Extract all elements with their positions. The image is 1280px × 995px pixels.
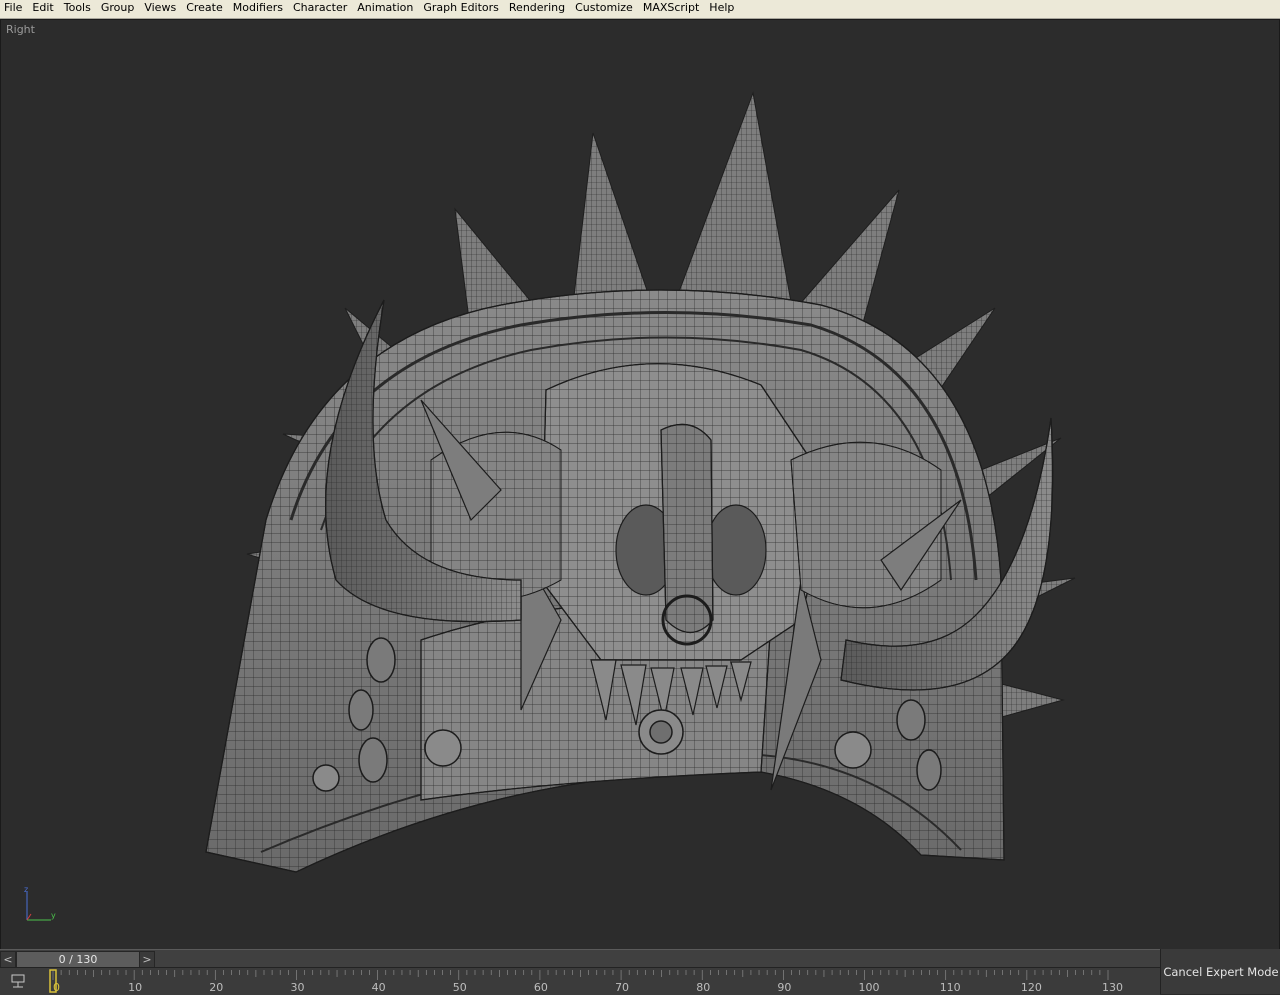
ruler-label: 130 — [1102, 981, 1123, 994]
menu-group[interactable]: Group — [96, 0, 140, 18]
menu-graph-editors[interactable]: Graph Editors — [418, 0, 504, 18]
menu-file[interactable]: File — [0, 0, 27, 18]
menu-animation[interactable]: Animation — [352, 0, 418, 18]
ruler-label: 100 — [859, 981, 880, 994]
ruler-label: 50 — [453, 981, 467, 994]
menu-customize[interactable]: Customize — [570, 0, 638, 18]
ruler-label: 10 — [128, 981, 142, 994]
menu-modifiers[interactable]: Modifiers — [228, 0, 288, 18]
ruler-label: 30 — [290, 981, 304, 994]
menu-tools[interactable]: Tools — [59, 0, 96, 18]
menu-character[interactable]: Character — [288, 0, 352, 18]
axis-gizmo: z y — [24, 886, 56, 921]
menu-edit[interactable]: Edit — [27, 0, 58, 18]
cancel-expert-mode-button[interactable]: Cancel Expert Mode — [1160, 949, 1280, 994]
menu-views[interactable]: Views — [139, 0, 181, 18]
ruler-label: 90 — [777, 981, 791, 994]
ruler-label: 110 — [940, 981, 961, 994]
time-slider[interactable]: < 0 / 130 > — [0, 949, 1160, 969]
axis-z-label: z — [24, 886, 28, 894]
frame-ruler[interactable]: 0 10 20 30 40 50 60 70 80 90 100 110 120 130 — [0, 968, 1160, 995]
ruler-label: 20 — [209, 981, 223, 994]
time-slider-thumb[interactable]: 0 / 130 — [16, 951, 140, 968]
3d-shoulder-pad-model — [205, 91, 1076, 873]
track-bar[interactable]: 0 10 20 30 40 50 60 70 80 90 100 110 120 130 — [0, 967, 1160, 995]
menu-create[interactable]: Create — [181, 0, 228, 18]
ruler-label: 60 — [534, 981, 548, 994]
menu-help[interactable]: Help — [704, 0, 739, 18]
ruler-label: 80 — [696, 981, 710, 994]
menu-maxscript[interactable]: MAXScript — [638, 0, 704, 18]
ruler-label: 70 — [615, 981, 629, 994]
ruler-label: 40 — [372, 981, 386, 994]
menu-bar: File Edit Tools Group Views Create Modifiers Ch… — [0, 0, 1280, 19]
viewport-right[interactable]: Right z y — [0, 19, 1280, 950]
menu-rendering[interactable]: Rendering — [504, 0, 570, 18]
ruler-label: 120 — [1021, 981, 1042, 994]
axis-y-label: y — [51, 911, 56, 920]
